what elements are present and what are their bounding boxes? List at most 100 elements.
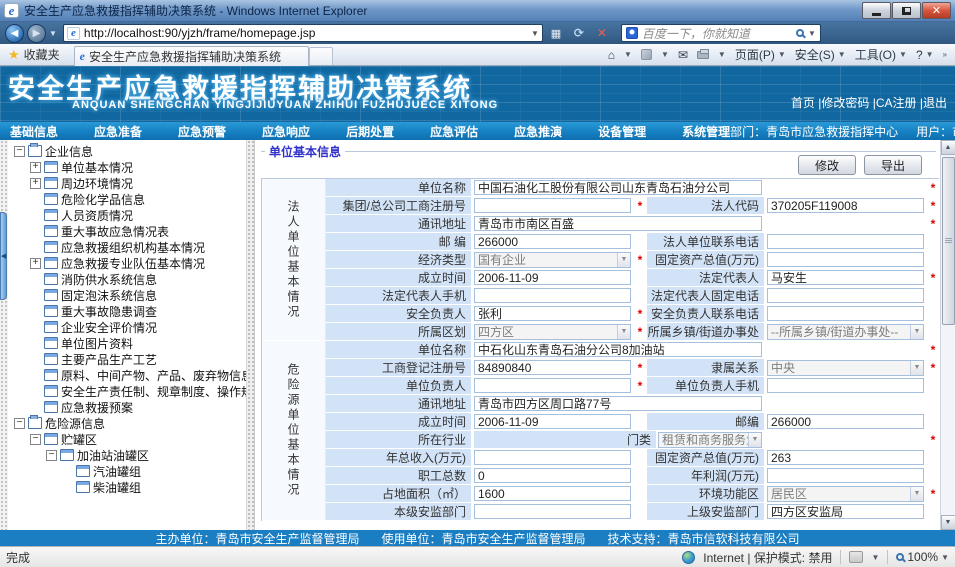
tree-node[interactable]: 企业安全评价情况 — [8, 319, 246, 335]
form-input[interactable] — [474, 468, 631, 483]
tree-collapse-icon[interactable]: − — [14, 418, 25, 429]
form-input[interactable] — [474, 306, 631, 321]
help-menu[interactable]: ?▼ — [916, 48, 934, 62]
banner-link-2[interactable]: CA注册 — [876, 96, 917, 110]
menu-item-5[interactable]: 应急评估 — [430, 123, 478, 140]
form-input[interactable] — [474, 216, 762, 231]
form-input[interactable] — [474, 504, 631, 519]
panel-collapse-handle[interactable]: ◀ — [0, 212, 7, 300]
print-icon[interactable] — [697, 51, 709, 59]
modify-button[interactable]: 修改 — [798, 155, 856, 175]
new-tab-button[interactable] — [309, 47, 333, 65]
tree-node[interactable]: 重大事故应急情况表 — [8, 223, 246, 239]
form-input[interactable] — [474, 450, 631, 465]
form-input[interactable] — [767, 414, 924, 429]
tree-collapse-icon[interactable]: − — [46, 450, 57, 461]
form-input[interactable] — [474, 234, 631, 249]
form-input[interactable] — [767, 504, 924, 519]
menu-item-2[interactable]: 应急预警 — [178, 123, 226, 140]
form-select[interactable]: 中央▼ — [767, 360, 924, 376]
form-input[interactable] — [474, 180, 762, 195]
home-icon[interactable]: ⌂ — [608, 48, 615, 62]
tree-node[interactable]: −危险源信息 — [8, 415, 246, 431]
tree-node[interactable]: −贮罐区 — [8, 431, 246, 447]
mail-icon[interactable]: ✉ — [678, 48, 688, 62]
menu-item-7[interactable]: 设备管理 — [598, 123, 646, 140]
menu-item-8[interactable]: 系统管理 — [682, 123, 730, 140]
scroll-down-icon[interactable]: ▼ — [941, 515, 955, 530]
tree-node[interactable]: +周边环境情况 — [8, 175, 246, 191]
tree-node[interactable]: 主要产品生产工艺 — [8, 351, 246, 367]
tree-node[interactable]: 柴油罐组 — [8, 479, 246, 495]
tree-node[interactable]: +单位基本情况 — [8, 159, 246, 175]
tree-collapse-icon[interactable]: − — [30, 434, 41, 445]
home-dropdown-icon[interactable]: ▼ — [624, 50, 632, 59]
tree-node[interactable]: −企业信息 — [8, 143, 246, 159]
rss-feed-icon[interactable] — [641, 49, 652, 60]
scroll-up-icon[interactable]: ▲ — [941, 140, 955, 155]
history-dropdown-icon[interactable]: ▼ — [49, 29, 57, 38]
zoom-mode-dropdown-icon[interactable]: ▼ — [871, 553, 879, 562]
tree-expand-icon[interactable]: + — [30, 258, 41, 269]
tree-node[interactable]: 汽油罐组 — [8, 463, 246, 479]
zoom-mode-icon[interactable] — [849, 551, 863, 563]
tree-node[interactable]: 重大事故隐患调查 — [8, 303, 246, 319]
stop-button[interactable]: ✕ — [592, 24, 612, 42]
search-icon[interactable] — [796, 29, 804, 37]
form-input[interactable] — [474, 198, 631, 213]
tree-node[interactable]: 人员资质情况 — [8, 207, 246, 223]
form-input[interactable] — [474, 378, 631, 393]
tree-node[interactable]: −加油站油罐区 — [8, 447, 246, 463]
search-dropdown-icon[interactable]: ▼ — [808, 29, 816, 38]
form-input[interactable] — [767, 378, 924, 393]
menu-item-1[interactable]: 应急准备 — [94, 123, 142, 140]
menu-item-4[interactable]: 后期处置 — [346, 123, 394, 140]
form-input[interactable] — [767, 198, 924, 213]
form-input[interactable] — [767, 306, 924, 321]
browser-tab[interactable]: e 安全生产应急救援指挥辅助决策系统 — [74, 46, 309, 66]
more-commands-chevron[interactable]: » — [943, 50, 947, 59]
tree-node[interactable]: 固定泡沫系统信息 — [8, 287, 246, 303]
form-input[interactable] — [767, 270, 924, 285]
menu-item-0[interactable]: 基础信息 — [10, 123, 58, 140]
tree-node[interactable]: 危险化学品信息 — [8, 191, 246, 207]
banner-link-0[interactable]: 首页 — [791, 96, 815, 110]
tree-expand-icon[interactable]: + — [30, 162, 41, 173]
form-input[interactable] — [767, 252, 924, 267]
tree-splitter[interactable] — [246, 140, 255, 530]
form-select[interactable]: 租赁和商务服务业▼ — [658, 432, 762, 448]
form-select[interactable]: 居民区▼ — [767, 486, 924, 502]
form-input[interactable] — [767, 288, 924, 303]
form-select[interactable]: 四方区▼ — [474, 324, 631, 340]
vertical-scrollbar[interactable]: ▲ ▼ — [940, 140, 955, 530]
minimize-button[interactable] — [862, 2, 891, 19]
export-button[interactable]: 导出 — [864, 155, 922, 175]
form-input[interactable] — [474, 486, 631, 501]
form-input[interactable] — [474, 342, 762, 357]
form-input[interactable] — [474, 288, 631, 303]
back-button[interactable]: ◀ — [5, 24, 24, 43]
search-input[interactable]: 百度一下，你就知道 ▼ — [621, 24, 821, 42]
form-input[interactable] — [767, 468, 924, 483]
tree-collapse-icon[interactable]: − — [14, 146, 25, 157]
form-input[interactable] — [474, 414, 631, 429]
form-input[interactable] — [474, 396, 762, 411]
print-dropdown-icon[interactable]: ▼ — [718, 50, 726, 59]
refresh-button[interactable]: ⟳ — [569, 24, 589, 42]
forward-button[interactable]: ▶ — [27, 24, 46, 43]
form-input[interactable] — [767, 450, 924, 465]
address-dropdown-icon[interactable]: ▼ — [531, 29, 539, 38]
safety-menu[interactable]: 安全(S)▼ — [795, 46, 846, 63]
restore-button[interactable] — [892, 2, 921, 19]
tree-expand-icon[interactable]: + — [30, 178, 41, 189]
form-input[interactable] — [474, 270, 631, 285]
feeds-dropdown-icon[interactable]: ▼ — [661, 50, 669, 59]
page-menu[interactable]: 页面(P)▼ — [735, 46, 786, 63]
zoom-control[interactable]: 100% ▼ — [896, 550, 949, 564]
form-input[interactable] — [767, 234, 924, 249]
menu-item-3[interactable]: 应急响应 — [262, 123, 310, 140]
form-select[interactable]: --所属乡镇/街道办事处--▼ — [767, 324, 924, 340]
favorites-star-icon[interactable]: ★ — [8, 47, 20, 63]
tree-node[interactable]: 应急救援预案 — [8, 399, 246, 415]
tools-menu[interactable]: 工具(O)▼ — [855, 46, 907, 63]
